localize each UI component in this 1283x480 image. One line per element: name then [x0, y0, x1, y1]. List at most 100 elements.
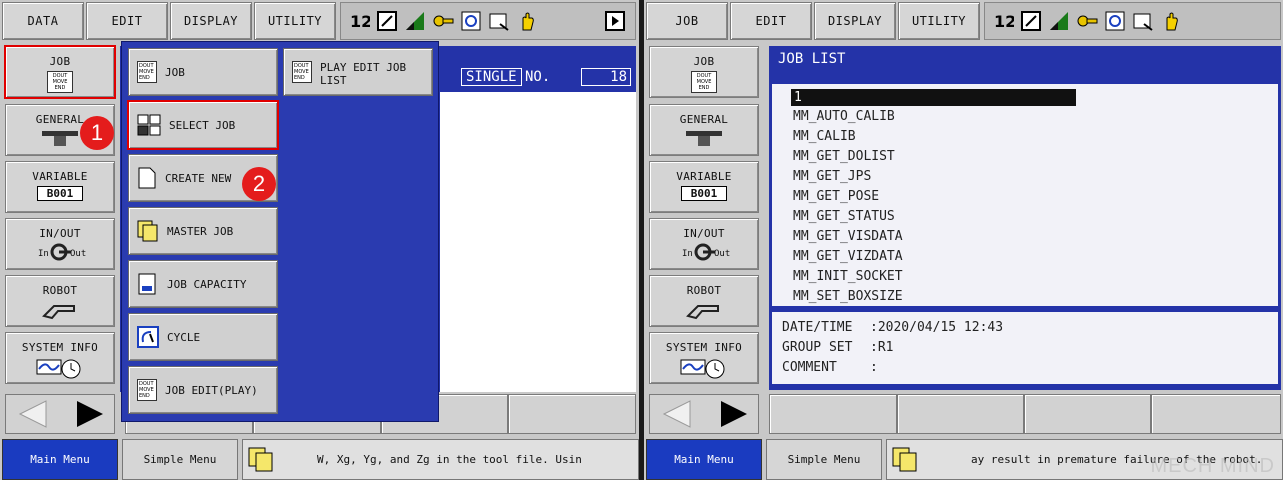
- no-value-field: 18: [581, 68, 631, 86]
- job-doc-icon: DOUT MOVE END: [47, 71, 73, 93]
- side-robot-button[interactable]: ROBOT: [649, 275, 759, 327]
- menu-display-button[interactable]: DISPLAY: [814, 2, 896, 40]
- submenu-cycle-button[interactable]: CYCLE: [128, 313, 278, 361]
- play-page-icon[interactable]: [603, 9, 627, 33]
- svg-text:12: 12: [994, 12, 1014, 31]
- group-set-value: :R1: [870, 340, 894, 355]
- side-general-button[interactable]: GENERAL: [649, 104, 759, 156]
- submenu-select-job-button[interactable]: SELECT JOB: [127, 100, 279, 150]
- menu-edit-button[interactable]: EDIT: [86, 2, 168, 40]
- job-list-item[interactable]: MM_SET_BOXSIZE: [793, 289, 903, 304]
- monitor-icon: [1131, 9, 1155, 33]
- tool-icon: [686, 131, 722, 146]
- page-nav: [649, 394, 759, 434]
- job-list-item[interactable]: MM_CALIB: [793, 129, 856, 144]
- next-arrow-icon[interactable]: [77, 401, 103, 427]
- right-pendant-screen: JOB EDIT DISPLAY UTILITY 12 JOB DOUT MOVE…: [644, 0, 1283, 480]
- side-general-label: GENERAL: [679, 113, 729, 126]
- key-icon: [431, 9, 455, 33]
- side-robot-label: ROBOT: [686, 284, 722, 297]
- function-key-2[interactable]: [897, 394, 1024, 434]
- menu-data-button[interactable]: DATA: [2, 2, 84, 40]
- menu-job-button[interactable]: JOB: [646, 2, 728, 40]
- job-list-item[interactable]: MM_GET_DOLIST: [793, 149, 895, 164]
- side-system-info-label: SYSTEM INFO: [21, 341, 99, 354]
- function-key-3[interactable]: [1024, 394, 1151, 434]
- robot-arm-icon: [42, 305, 75, 320]
- job-list-item[interactable]: MM_AUTO_CALIB: [793, 109, 895, 124]
- job-list-item[interactable]: MM_GET_STATUS: [793, 209, 895, 224]
- prev-arrow-icon[interactable]: [18, 400, 47, 428]
- function-key-4[interactable]: [508, 394, 636, 434]
- job-doc-icon: DOUT MOVE END: [137, 61, 157, 83]
- out-label: Out: [70, 249, 87, 259]
- job-list-item[interactable]: MM_GET_POSE: [793, 189, 879, 204]
- hand-icon: [1159, 9, 1183, 33]
- new-file-icon: [138, 167, 156, 189]
- menu-utility-button[interactable]: UTILITY: [254, 2, 336, 40]
- robot-arm-icon: [686, 305, 719, 320]
- simple-menu-button[interactable]: Simple Menu: [122, 439, 238, 480]
- message-icon: [892, 447, 917, 471]
- status-icon-bar: 12: [984, 2, 1281, 40]
- monitor-icon: [487, 9, 511, 33]
- job-list-box: 1 MM_AUTO_CALIB MM_CALIB MM_GET_DOLIST M…: [772, 84, 1278, 306]
- system-info-icon: [36, 359, 81, 379]
- coordinate-icon: 12: [991, 9, 1015, 33]
- next-arrow-icon[interactable]: [721, 401, 747, 427]
- hand-icon: [515, 9, 539, 33]
- job-doc-icon: DOUT MOVE END: [691, 71, 717, 93]
- menu-edit-button[interactable]: EDIT: [730, 2, 812, 40]
- coordinate-icon: 12: [347, 9, 371, 33]
- submenu-job-edit-play-button[interactable]: DOUT MOVE END JOB EDIT(PLAY): [128, 366, 278, 414]
- job-info-box: DATE/TIME :2020/04/15 12:43 GROUP SET :R…: [772, 312, 1278, 384]
- edit-lock-icon: [375, 9, 399, 33]
- main-menu-button[interactable]: Main Menu: [646, 439, 762, 480]
- side-inout-label: IN/OUT: [683, 227, 725, 240]
- side-variable-button[interactable]: VARIABLE B001: [5, 161, 115, 213]
- menu-utility-button[interactable]: UTILITY: [898, 2, 980, 40]
- step-badge-2: 2: [242, 167, 276, 201]
- system-info-icon: [680, 359, 725, 379]
- submenu-job-button[interactable]: DOUT MOVE END JOB: [128, 48, 278, 96]
- side-job-button[interactable]: JOB DOUT MOVE END: [4, 45, 116, 99]
- side-system-info-button[interactable]: SYSTEM INFO: [649, 332, 759, 384]
- side-variable-button[interactable]: VARIABLE B001: [649, 161, 759, 213]
- simple-menu-button[interactable]: Simple Menu: [766, 439, 882, 480]
- job-list-selected-row[interactable]: 1: [791, 89, 1076, 106]
- prev-arrow-icon[interactable]: [662, 400, 691, 428]
- comment-value: :: [870, 360, 878, 375]
- page-nav: [5, 394, 115, 434]
- select-job-icon: [137, 114, 161, 136]
- main-menu-button[interactable]: Main Menu: [2, 439, 118, 480]
- job-submenu-popup: DOUT MOVE END JOB DOUT MOVE END PLAY EDIT JO…: [121, 41, 439, 422]
- master-job-icon: [137, 220, 158, 242]
- side-job-button[interactable]: JOB DOUT MOVE END: [649, 46, 759, 98]
- tool-icon: [42, 131, 78, 146]
- function-key-1[interactable]: [769, 394, 897, 434]
- message-line: W, Xg, Yg, and Zg in the tool file. Usin: [242, 439, 639, 480]
- job-list-item[interactable]: MM_GET_VIZDATA: [793, 249, 903, 264]
- side-system-info-label: SYSTEM INFO: [665, 341, 743, 354]
- submenu-job-capacity-button[interactable]: JOB CAPACITY: [128, 260, 278, 308]
- menu-display-button[interactable]: DISPLAY: [170, 2, 252, 40]
- servo-icon: [1103, 9, 1127, 33]
- submenu-master-job-button[interactable]: MASTER JOB: [128, 207, 278, 255]
- out-label: Out: [714, 249, 731, 259]
- side-system-info-button[interactable]: SYSTEM INFO: [5, 332, 115, 384]
- svg-text:12: 12: [350, 12, 370, 31]
- job-list-item[interactable]: MM_GET_VISDATA: [793, 229, 903, 244]
- job-list-title: JOB LIST: [778, 51, 846, 67]
- function-key-4[interactable]: [1151, 394, 1281, 434]
- key-icon: [1075, 9, 1099, 33]
- job-list-item[interactable]: MM_GET_JPS: [793, 169, 871, 184]
- side-inout-button[interactable]: IN/OUT In Out: [5, 218, 115, 270]
- submenu-play-edit-job-list-button[interactable]: DOUT MOVE END PLAY EDIT JOB LIST: [283, 48, 433, 96]
- job-list-item[interactable]: MM_INIT_SOCKET: [793, 269, 903, 284]
- group-set-label: GROUP SET: [782, 340, 853, 355]
- submenu-master-job-label: MASTER JOB: [167, 224, 234, 238]
- date-time-value: :2020/04/15 12:43: [870, 320, 1004, 335]
- side-inout-button[interactable]: IN/OUT In Out: [649, 218, 759, 270]
- side-robot-button[interactable]: ROBOT: [5, 275, 115, 327]
- variable-box: B001: [681, 186, 727, 201]
